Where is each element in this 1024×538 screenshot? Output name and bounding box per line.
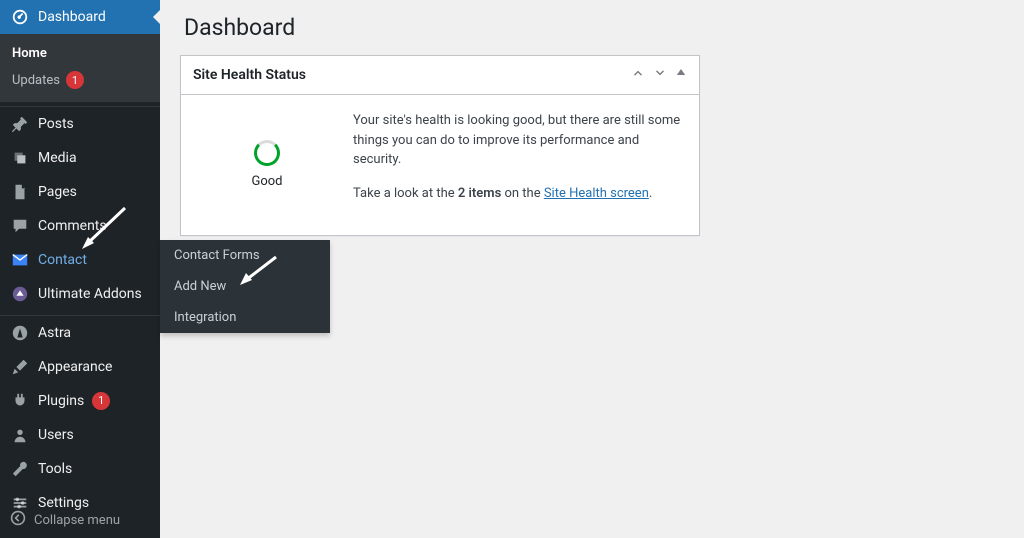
sidebar-item-plugins[interactable]: Plugins 1 — [0, 384, 160, 418]
users-icon — [10, 425, 30, 445]
collapse-icon — [10, 510, 26, 530]
health-items-count: 2 items — [458, 186, 501, 201]
annotation-label-1: 1 — [114, 200, 121, 215]
sidebar-item-appearance[interactable]: Appearance — [0, 350, 160, 384]
panel-header: Site Health Status — [181, 56, 699, 95]
sidebar-item-ultimate-addons[interactable]: Ultimate Addons — [0, 277, 160, 311]
sidebar-item-dashboard[interactable]: Dashboard — [0, 0, 160, 34]
page-icon — [10, 182, 30, 202]
panel-move-up-icon[interactable] — [631, 66, 645, 84]
health-cta: Take a look at the 2 items on the Site H… — [353, 184, 683, 204]
health-cta-text: on the — [501, 186, 544, 201]
sidebar-sublink-label: Home — [12, 46, 47, 61]
dashboard-icon — [10, 7, 30, 27]
sidebar-item-label: Users — [38, 426, 74, 444]
health-cta-text: . — [649, 186, 652, 201]
pin-icon — [10, 114, 30, 134]
astra-icon — [10, 323, 30, 343]
sidebar-sublink-label: Updates — [12, 73, 60, 88]
content-area: Dashboard Site Health Status Good — [160, 0, 1024, 250]
brush-icon — [10, 357, 30, 377]
sidebar-item-contact[interactable]: Contact — [0, 243, 160, 277]
wrench-icon — [10, 459, 30, 479]
contact-flyout-menu: Contact Forms Add New Integration — [160, 240, 330, 333]
panel-move-down-icon[interactable] — [653, 66, 667, 84]
sidebar-item-label: Pages — [38, 183, 77, 201]
collapse-label: Collapse menu — [34, 513, 120, 528]
sidebar-item-label: Dashboard — [38, 8, 106, 26]
sidebar-item-comments[interactable]: Comments — [0, 209, 160, 243]
health-indicator: Good — [197, 111, 337, 217]
panel-actions — [631, 66, 687, 84]
sidebar-item-label: Plugins — [38, 392, 84, 410]
flyout-item-add-new[interactable]: Add New — [160, 271, 330, 302]
site-health-screen-link[interactable]: Site Health screen — [544, 186, 649, 201]
sidebar-item-label: Contact — [38, 251, 87, 269]
addons-icon — [10, 284, 30, 304]
sidebar-item-tools[interactable]: Tools — [0, 452, 160, 486]
health-text: Your site's health is looking good, but … — [353, 111, 683, 217]
site-health-panel: Site Health Status Good Your site's heal… — [180, 55, 700, 236]
sidebar-item-pages[interactable]: Pages — [0, 175, 160, 209]
sidebar-sublink-home[interactable]: Home — [0, 41, 160, 66]
collapse-menu-button[interactable]: Collapse menu — [0, 501, 160, 538]
plug-icon — [10, 391, 30, 411]
health-cta-text: Take a look at the — [353, 186, 458, 201]
sidebar-item-users[interactable]: Users — [0, 418, 160, 452]
health-circle-icon — [254, 140, 280, 166]
flyout-item-label: Integration — [174, 310, 236, 325]
sidebar-item-media[interactable]: Media — [0, 141, 160, 175]
health-description: Your site's health is looking good, but … — [353, 111, 683, 170]
flyout-item-integration[interactable]: Integration — [160, 302, 330, 333]
sidebar-item-label: Comments — [38, 217, 107, 235]
sidebar-item-astra[interactable]: Astra — [0, 316, 160, 350]
panel-title: Site Health Status — [193, 67, 306, 83]
flyout-item-label: Add New — [174, 279, 226, 294]
sidebar-item-label: Tools — [38, 460, 72, 478]
sidebar-dashboard-submenu: Home Updates 1 — [0, 34, 160, 102]
sidebar-item-label: Posts — [38, 115, 74, 133]
plugins-badge: 1 — [92, 392, 110, 410]
flyout-item-contact-forms[interactable]: Contact Forms — [160, 240, 330, 271]
comments-icon — [10, 216, 30, 236]
sidebar-item-label: Ultimate Addons — [38, 285, 142, 303]
panel-body: Good Your site's health is looking good,… — [181, 95, 699, 235]
panel-toggle-icon[interactable] — [675, 66, 687, 84]
sidebar-item-posts[interactable]: Posts — [0, 107, 160, 141]
flyout-item-label: Contact Forms — [174, 248, 260, 263]
sidebar-item-label: Appearance — [38, 358, 112, 376]
updates-badge: 1 — [66, 71, 84, 89]
sidebar-sublink-updates[interactable]: Updates 1 — [0, 66, 160, 94]
envelope-icon — [10, 250, 30, 270]
sidebar-item-label: Media — [38, 149, 77, 167]
health-status-label: Good — [251, 174, 282, 189]
sidebar-item-label: Astra — [38, 324, 71, 342]
page-title: Dashboard — [184, 14, 1004, 41]
media-icon — [10, 148, 30, 168]
admin-sidebar: Dashboard Home Updates 1 Posts Media Pag… — [0, 0, 160, 538]
